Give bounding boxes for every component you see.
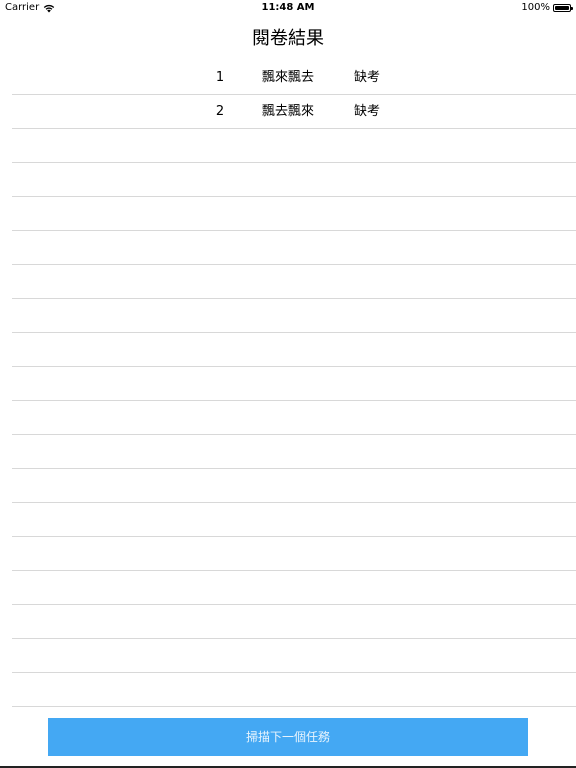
table-row[interactable] xyxy=(12,231,576,265)
table-row[interactable]: 1 飄來飄去 缺考 xyxy=(12,61,576,95)
table-row[interactable] xyxy=(12,469,576,503)
battery-icon xyxy=(553,4,573,12)
table-row[interactable] xyxy=(12,367,576,401)
table-row[interactable] xyxy=(12,639,576,673)
table-row[interactable] xyxy=(12,605,576,639)
status-time: 11:48 AM xyxy=(261,2,315,13)
row-name: 飄來飄去 xyxy=(262,70,315,85)
table-row[interactable] xyxy=(12,673,576,707)
row-number: 2 xyxy=(215,104,225,119)
table-row[interactable] xyxy=(12,197,576,231)
battery-percent: 100% xyxy=(521,2,550,13)
row-status: 缺考 xyxy=(354,70,381,85)
table-row[interactable] xyxy=(12,503,576,537)
status-bar: Carrier 11:48 AM 100% xyxy=(0,0,576,16)
table-row[interactable] xyxy=(12,537,576,571)
table-row[interactable] xyxy=(12,299,576,333)
row-number: 1 xyxy=(215,70,225,85)
status-right: 100% xyxy=(521,0,573,16)
table-row[interactable]: 2 飄去飄來 缺考 xyxy=(12,95,576,129)
table-row[interactable] xyxy=(12,333,576,367)
row-status: 缺考 xyxy=(354,104,381,119)
table-row[interactable] xyxy=(12,163,576,197)
table-row[interactable] xyxy=(12,265,576,299)
result-list[interactable]: 1 飄來飄去 缺考 2 飄去飄來 缺考 xyxy=(12,61,576,707)
scan-next-task-button[interactable]: 掃描下一個任務 xyxy=(48,718,528,756)
table-row[interactable] xyxy=(12,401,576,435)
row-name: 飄去飄來 xyxy=(262,104,315,119)
table-row[interactable] xyxy=(12,571,576,605)
table-row[interactable] xyxy=(12,129,576,163)
table-row[interactable] xyxy=(12,435,576,469)
page-title: 閱卷結果 xyxy=(252,28,324,49)
